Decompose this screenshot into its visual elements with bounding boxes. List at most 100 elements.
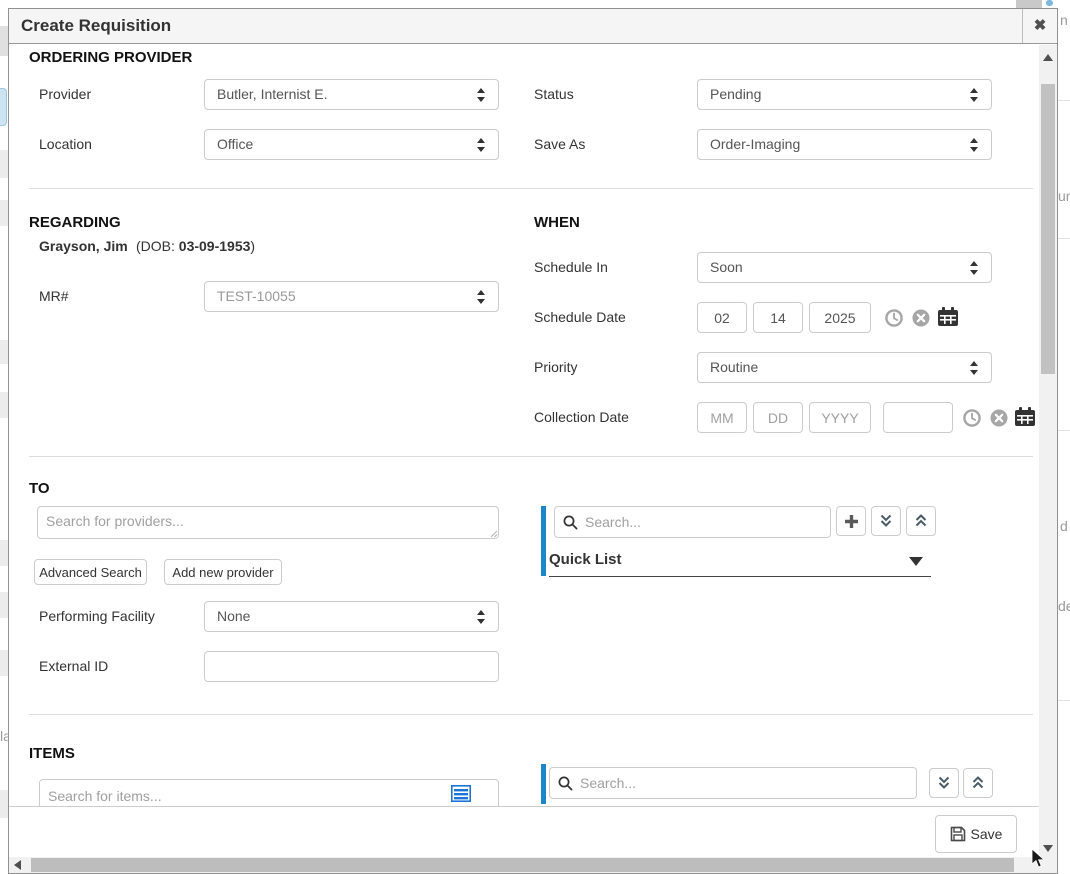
mr-select[interactable]: TEST-10055: [204, 281, 499, 312]
quick-list-header[interactable]: Quick List: [549, 551, 622, 568]
select-caret-icon: [476, 290, 486, 304]
mr-label: MR#: [39, 281, 69, 312]
close-icon: ✖: [1034, 17, 1047, 34]
performing-facility-select[interactable]: None: [204, 601, 499, 632]
item-table-icon[interactable]: [451, 785, 471, 802]
double-chevron-down-icon: [937, 776, 951, 790]
select-caret-icon: [969, 138, 979, 152]
patient-dob: (DOB: 03-09-1953): [136, 237, 255, 255]
save-as-select[interactable]: Order-Imaging: [697, 129, 992, 160]
search-icon: [563, 515, 578, 530]
priority-select-value: Routine: [710, 353, 758, 382]
dob-suffix: ): [250, 238, 255, 254]
background-page-fragment: [0, 790, 8, 818]
items-expand-all-button[interactable]: [929, 768, 959, 798]
advanced-search-button[interactable]: Advanced Search: [34, 559, 147, 585]
to-expand-all-button[interactable]: [871, 506, 901, 536]
search-icon: [558, 776, 573, 791]
to-collapse-all-button[interactable]: [906, 506, 936, 536]
schedule-date-time-icon[interactable]: [885, 309, 903, 327]
collection-date-time-input[interactable]: [883, 402, 953, 433]
schedule-in-select-value: Soon: [710, 253, 743, 282]
background-text-fragment: un: [1058, 188, 1070, 204]
collection-date-day-input[interactable]: [753, 402, 803, 433]
patient-name: Grayson, Jim: [39, 237, 128, 255]
items-collapse-all-button[interactable]: [963, 768, 993, 798]
items-panel-search-input[interactable]: [549, 767, 917, 799]
save-button[interactable]: Save: [935, 815, 1017, 853]
horizontal-scrollbar[interactable]: [9, 857, 1039, 873]
provider-select[interactable]: Butler, Internist E.: [204, 79, 499, 110]
mr-select-value: TEST-10055: [217, 282, 296, 311]
vertical-scrollbar-thumb[interactable]: [1041, 84, 1055, 374]
resize-grip-icon[interactable]: [490, 530, 498, 538]
add-new-provider-button[interactable]: Add new provider: [164, 559, 282, 585]
schedule-in-select[interactable]: Soon: [697, 252, 992, 283]
schedule-date-month-input[interactable]: [697, 302, 747, 333]
background-text-fragment: de: [1058, 598, 1070, 614]
provider-select-value: Butler, Internist E.: [217, 80, 328, 109]
schedule-in-label: Schedule In: [534, 252, 608, 283]
collection-date-label: Collection Date: [534, 402, 629, 433]
scroll-left-arrow[interactable]: [14, 860, 21, 870]
provider-label: Provider: [39, 79, 91, 110]
ordering-provider-heading: ORDERING PROVIDER: [29, 49, 192, 66]
collection-date-calendar-icon[interactable]: [1015, 407, 1035, 427]
to-panel-search: [554, 506, 831, 538]
priority-select[interactable]: Routine: [697, 352, 992, 383]
save-as-label: Save As: [534, 129, 585, 160]
schedule-date-label: Schedule Date: [534, 302, 626, 333]
performing-facility-label: Performing Facility: [39, 601, 155, 632]
schedule-date-clear-icon[interactable]: [912, 309, 930, 327]
items-panel-accent-bar: [541, 764, 546, 804]
plus-icon: [844, 514, 859, 529]
schedule-date-calendar-icon[interactable]: [938, 307, 958, 327]
background-text-fragment: d: [1060, 518, 1068, 534]
external-id-input[interactable]: [204, 651, 499, 682]
collection-date-time-icon[interactable]: [963, 409, 981, 427]
background-line-fragment: [1058, 100, 1070, 101]
dialog-title: Create Requisition: [21, 9, 171, 43]
collection-date-year-input[interactable]: [809, 402, 871, 433]
close-button[interactable]: ✖: [1022, 9, 1057, 43]
double-chevron-down-icon: [879, 514, 893, 528]
background-line-fragment: [1058, 430, 1070, 431]
section-divider: [29, 456, 1033, 457]
performing-facility-select-value: None: [217, 602, 250, 631]
regarding-heading: REGARDING: [29, 214, 121, 231]
background-line-fragment: [1058, 700, 1070, 701]
save-icon: [950, 826, 966, 842]
section-divider: [29, 714, 1033, 715]
background-tab-fragment: [1016, 0, 1042, 8]
schedule-date-day-input[interactable]: [753, 302, 803, 333]
location-select[interactable]: Office: [204, 129, 499, 160]
save-button-label: Save: [971, 826, 1003, 842]
dialog-body: ORDERING PROVIDER Provider Butler, Inter…: [9, 45, 1057, 873]
status-label: Status: [534, 79, 574, 110]
background-page-fragment: [0, 150, 8, 178]
section-divider: [29, 188, 1033, 189]
to-panel-search-input[interactable]: [554, 506, 831, 538]
scroll-up-arrow[interactable]: [1043, 54, 1053, 61]
select-caret-icon: [476, 138, 486, 152]
background-dot-fragment: [1046, 0, 1053, 6]
background-button-fragment: [0, 88, 7, 126]
collection-date-month-input[interactable]: [697, 402, 747, 433]
dialog-header: Create Requisition ✖: [9, 9, 1057, 44]
background-page-fragment: [0, 340, 8, 364]
select-caret-icon: [969, 88, 979, 102]
status-select[interactable]: Pending: [697, 79, 992, 110]
add-provider-to-list-button[interactable]: [836, 506, 866, 536]
double-chevron-up-icon: [914, 514, 928, 528]
collection-date-clear-icon[interactable]: [990, 409, 1008, 427]
schedule-date-year-input[interactable]: [809, 302, 871, 333]
provider-search-textarea[interactable]: [37, 506, 499, 539]
select-caret-icon: [969, 361, 979, 375]
when-heading: WHEN: [534, 214, 580, 231]
location-select-value: Office: [217, 130, 253, 159]
background-page-fragment: [0, 592, 8, 618]
select-caret-icon: [476, 610, 486, 624]
quick-list-caret-icon[interactable]: [909, 557, 923, 566]
vertical-scrollbar[interactable]: [1039, 45, 1057, 873]
horizontal-scrollbar-thumb[interactable]: [31, 858, 1014, 872]
